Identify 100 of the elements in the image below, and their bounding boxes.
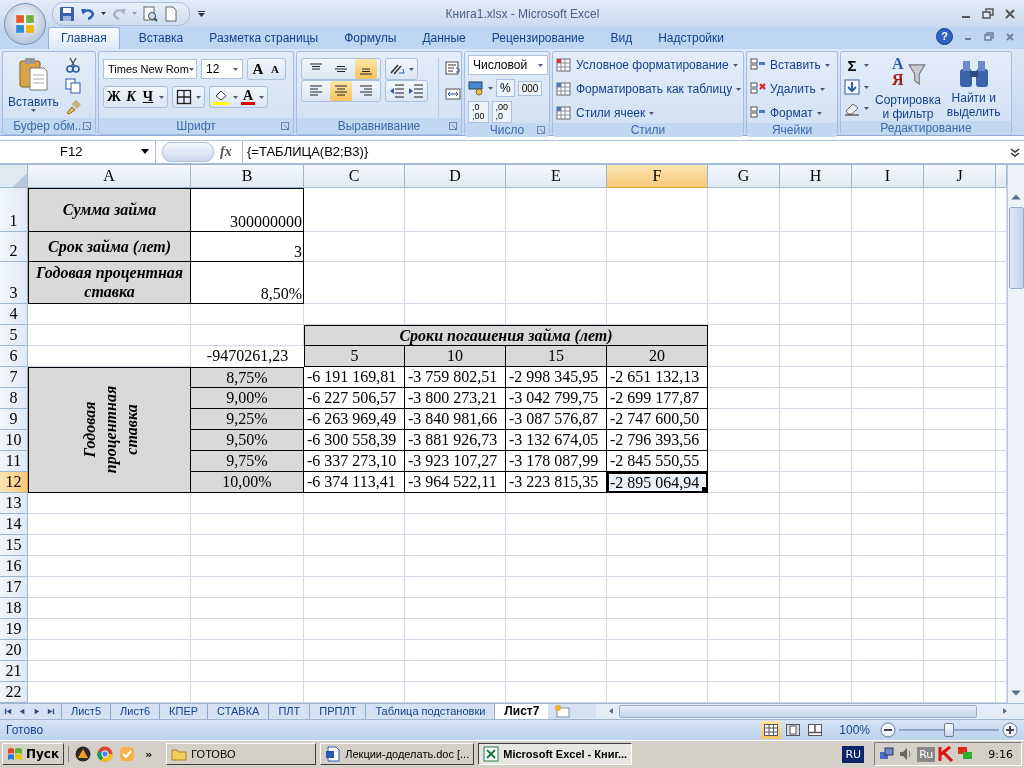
empty-cell[interactable] — [852, 261, 924, 304]
empty-cell[interactable] — [780, 534, 852, 556]
keyboard-layout-icon[interactable]: Ru — [917, 746, 936, 762]
font-name-field[interactable]: Times New Rom — [103, 59, 197, 80]
row-header[interactable]: 2 — [0, 231, 28, 262]
decrease-decimal-button[interactable]: ,00 ,0 — [491, 101, 513, 124]
start-button[interactable]: Пуск — [2, 743, 65, 766]
empty-cell[interactable] — [924, 555, 996, 577]
row-header[interactable]: 18 — [0, 597, 28, 619]
empty-cell[interactable] — [924, 597, 996, 619]
sheet-tab[interactable]: Лист6 — [110, 703, 160, 719]
empty-cell[interactable] — [506, 534, 607, 556]
table-cell[interactable]: -3 800 273,21 — [405, 387, 506, 409]
table-cell[interactable]: -3 042 799,75 — [506, 387, 607, 409]
empty-cell[interactable] — [191, 513, 304, 535]
caret-icon[interactable] — [101, 12, 106, 16]
empty-cell[interactable] — [191, 555, 304, 577]
name-box[interactable]: F12 — [0, 141, 156, 163]
table-cell[interactable]: -2 998 345,95 — [506, 366, 607, 388]
row-header[interactable]: 8 — [0, 387, 28, 409]
empty-cell[interactable] — [852, 513, 924, 535]
row-header[interactable]: 5 — [0, 324, 28, 346]
column-header[interactable]: D — [405, 164, 506, 188]
caret-icon[interactable] — [159, 95, 164, 99]
empty-cell[interactable] — [852, 492, 924, 514]
first-sheet-icon[interactable] — [4, 706, 13, 716]
empty-cell[interactable] — [852, 681, 924, 703]
empty-cell[interactable] — [780, 471, 852, 493]
table-cell[interactable]: -6 374 113,41 — [304, 471, 405, 493]
table-cell[interactable]: -3 840 981,66 — [405, 408, 506, 430]
row-header[interactable]: 17 — [0, 576, 28, 598]
scissors-icon[interactable] — [64, 57, 81, 74]
empty-cell[interactable] — [852, 660, 924, 682]
empty-cell[interactable] — [708, 231, 780, 262]
row-header[interactable]: 7 — [0, 366, 28, 388]
sheet-tab[interactable]: Лист7 — [494, 703, 549, 719]
empty-cell[interactable] — [924, 660, 996, 682]
empty-cell[interactable] — [852, 324, 924, 346]
empty-cell[interactable] — [708, 618, 780, 640]
zoom-out-icon[interactable] — [880, 722, 896, 738]
zoom-level[interactable]: 100% — [839, 723, 870, 737]
italic-button[interactable]: К — [124, 89, 138, 106]
empty-cell[interactable] — [405, 576, 506, 598]
empty-cell[interactable] — [191, 597, 304, 619]
row-header[interactable]: 22 — [0, 681, 28, 703]
horizontal-scrollbar[interactable] — [596, 703, 1024, 720]
column-header[interactable]: I — [852, 164, 924, 188]
currency-icon[interactable] — [468, 80, 484, 97]
row-header[interactable]: 9 — [0, 408, 28, 430]
fill-down-icon[interactable] — [844, 79, 860, 96]
empty-cell[interactable] — [924, 303, 996, 325]
insert-function-button[interactable]: fx — [220, 143, 242, 160]
caret-icon[interactable] — [196, 95, 201, 99]
empty-cell[interactable] — [708, 576, 780, 598]
row-header[interactable]: 13 — [0, 492, 28, 514]
help-button[interactable]: ? — [936, 28, 953, 46]
empty-cell[interactable] — [708, 639, 780, 661]
customize-toolbar-icon[interactable] — [198, 10, 205, 17]
row-header[interactable]: 1 — [0, 187, 28, 232]
empty-cell[interactable] — [924, 324, 996, 346]
close-icon[interactable] — [1004, 30, 1016, 43]
empty-cell[interactable] — [924, 261, 996, 304]
zoom-in-icon[interactable] — [1002, 722, 1018, 738]
column-header[interactable]: F — [607, 164, 708, 188]
table-cell[interactable]: -3 223 815,35 — [506, 471, 607, 493]
empty-cell[interactable] — [924, 187, 996, 232]
scroll-thumb[interactable] — [619, 704, 977, 718]
empty-cell[interactable] — [405, 231, 506, 262]
empty-cell[interactable] — [924, 471, 996, 493]
empty-cell[interactable] — [405, 681, 506, 703]
empty-cell[interactable] — [708, 492, 780, 514]
print-preview-icon[interactable] — [142, 5, 158, 22]
number-format-field[interactable]: Числовой — [468, 55, 548, 76]
empty-cell[interactable] — [780, 555, 852, 577]
row-header[interactable]: 4 — [0, 303, 28, 325]
empty-cell[interactable] — [506, 618, 607, 640]
empty-cell[interactable] — [405, 187, 506, 232]
empty-cell[interactable] — [924, 345, 996, 367]
table-cell[interactable]: -6 191 169,81 — [304, 366, 405, 388]
cells-menu-button[interactable]: Удалить — [750, 79, 834, 100]
styles-menu-button[interactable]: Условное форматирование — [556, 55, 740, 76]
previous-sheet-icon[interactable] — [18, 706, 27, 716]
wrap-text-icon[interactable] — [445, 60, 461, 77]
empty-cell[interactable] — [708, 534, 780, 556]
copy-icon[interactable] — [64, 78, 81, 95]
decrease-indent-icon[interactable] — [389, 83, 405, 100]
empty-cell[interactable] — [708, 187, 780, 232]
column-header[interactable]: J — [924, 164, 996, 188]
empty-cell[interactable] — [780, 366, 852, 388]
table-cell[interactable]: -2 845 550,55 — [607, 450, 708, 472]
select-all-button[interactable] — [0, 164, 28, 188]
empty-cell[interactable] — [304, 681, 405, 703]
row-header[interactable]: 10 — [0, 429, 28, 451]
sort-filter-button[interactable]: А Я Сортировка и фильтр — [875, 55, 941, 122]
empty-cell[interactable] — [607, 618, 708, 640]
empty-cell[interactable] — [852, 450, 924, 472]
empty-cell[interactable] — [708, 597, 780, 619]
sheet-tab[interactable]: Лист5 — [61, 703, 111, 719]
taskbar-button[interactable]: Microsoft Excel - Книг... — [478, 743, 633, 766]
empty-cell[interactable] — [852, 555, 924, 577]
